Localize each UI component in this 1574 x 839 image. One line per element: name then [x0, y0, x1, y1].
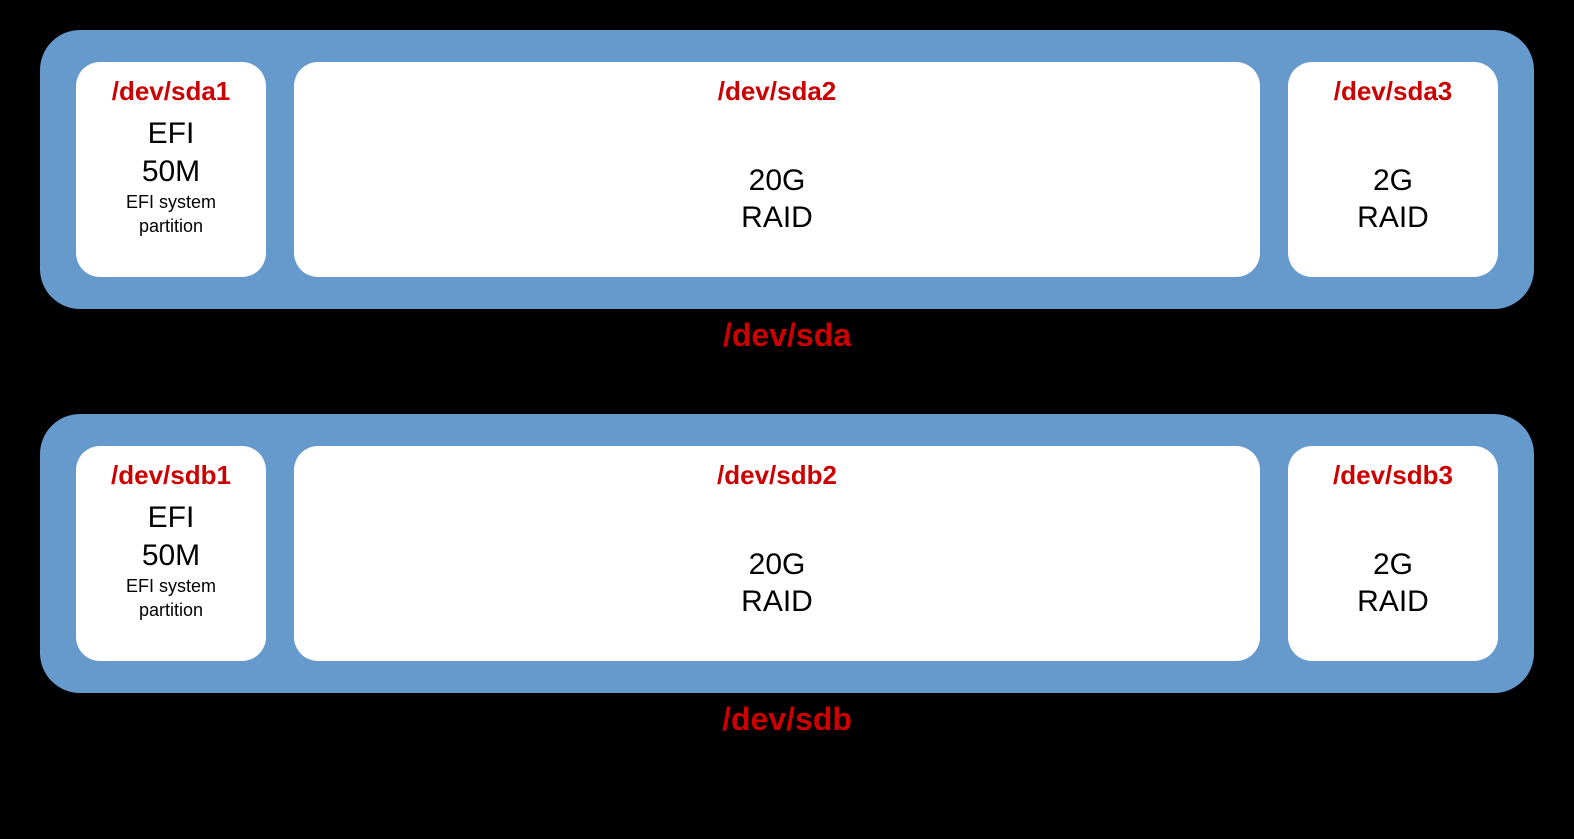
partition-sda2: /dev/sda2 20G RAID [294, 62, 1260, 277]
partition-size: 50M [142, 153, 200, 191]
partition-size: 2G [1373, 162, 1413, 200]
partition-device-label: /dev/sdb3 [1333, 460, 1453, 491]
partition-note: partition [139, 216, 203, 238]
disk-sdb-wrapper: /dev/sdb1 EFI 50M EFI system partition /… [40, 414, 1534, 738]
partition-note: EFI system [126, 576, 216, 598]
partition-sda3: /dev/sda3 2G RAID [1288, 62, 1498, 277]
partition-fs: EFI [148, 499, 195, 537]
partition-type: RAID [741, 583, 813, 621]
partition-size: 2G [1373, 546, 1413, 584]
partition-sdb1: /dev/sdb1 EFI 50M EFI system partition [76, 446, 266, 661]
partition-device-label: /dev/sdb1 [111, 460, 231, 491]
partition-size: 20G [749, 162, 806, 200]
partition-type: RAID [1357, 199, 1429, 237]
partition-sdb2: /dev/sdb2 20G RAID [294, 446, 1260, 661]
partition-size: 20G [749, 546, 806, 584]
partition-device-label: /dev/sda2 [718, 76, 837, 107]
partition-type: RAID [1357, 583, 1429, 621]
disk-device-label: /dev/sda [723, 317, 851, 354]
partition-note: EFI system [126, 192, 216, 214]
disk-sdb: /dev/sdb1 EFI 50M EFI system partition /… [40, 414, 1534, 693]
disk-sda: /dev/sda1 EFI 50M EFI system partition /… [40, 30, 1534, 309]
partition-fs: EFI [148, 115, 195, 153]
partition-size: 50M [142, 537, 200, 575]
partition-device-label: /dev/sda1 [112, 76, 231, 107]
partition-device-label: /dev/sda3 [1334, 76, 1453, 107]
disk-sda-wrapper: /dev/sda1 EFI 50M EFI system partition /… [40, 30, 1534, 354]
partition-type: RAID [741, 199, 813, 237]
partition-sdb3: /dev/sdb3 2G RAID [1288, 446, 1498, 661]
partition-sda1: /dev/sda1 EFI 50M EFI system partition [76, 62, 266, 277]
disk-device-label: /dev/sdb [722, 701, 852, 738]
partition-device-label: /dev/sdb2 [717, 460, 837, 491]
partition-note: partition [139, 600, 203, 622]
